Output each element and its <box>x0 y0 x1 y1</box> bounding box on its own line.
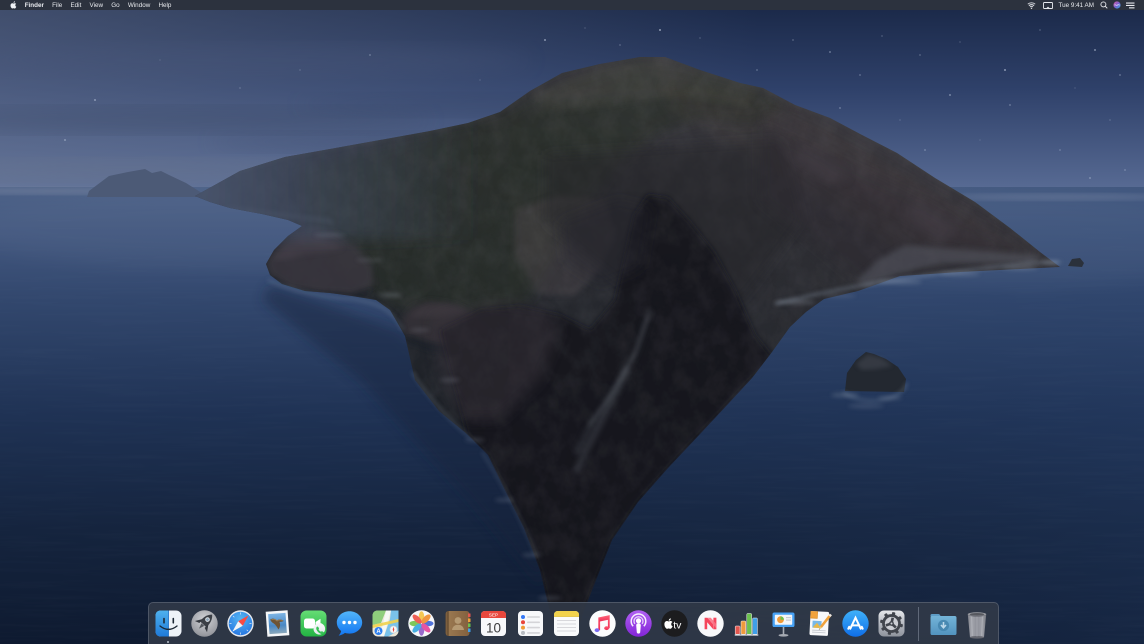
svg-text:SEP: SEP <box>489 612 498 617</box>
svg-text:tv: tv <box>673 620 682 632</box>
svg-text:A: A <box>376 629 381 635</box>
svg-text:10: 10 <box>486 621 501 636</box>
